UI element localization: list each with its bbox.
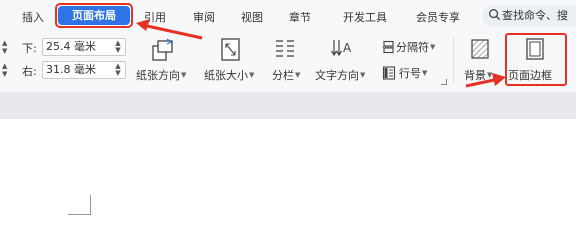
ribbon: 插入 页面布局 引用 审阅 视图 章节 开发工具 会员专享 查找命令、搜 ▲ ▼ … — [0, 0, 576, 92]
page-corner-mark — [68, 195, 91, 215]
ruler-band — [0, 92, 576, 119]
document-canvas[interactable] — [0, 119, 576, 249]
annotation-arrows — [136, 19, 506, 88]
